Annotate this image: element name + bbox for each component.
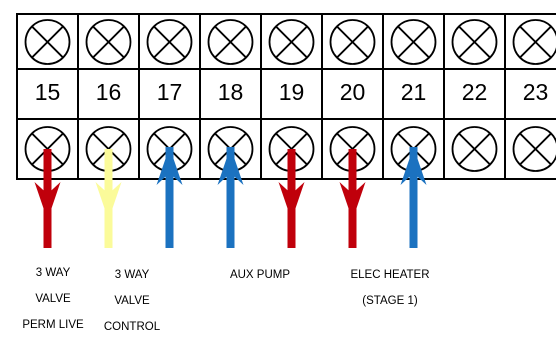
label-line: CONTROL: [97, 314, 167, 340]
top-screw-row: [26, 20, 556, 64]
terminal-number-22: 22: [444, 79, 505, 105]
circle-with-x-screw-icon: [453, 127, 497, 171]
terminal-number-21: 21: [383, 79, 444, 105]
circle-with-x-screw-icon: [514, 127, 556, 171]
circle-with-x-screw-icon: [514, 20, 556, 64]
wire-terminal-16: [96, 149, 122, 248]
label-3-way-valve-perm-live: 3 WAY VALVE PERM LIVE: [18, 260, 88, 338]
label-line: PERM LIVE: [18, 312, 88, 338]
label-line: AUX PUMP: [215, 262, 305, 288]
label-line: 3 WAY: [97, 262, 167, 288]
label-elec-heater-stage-1: ELEC HEATER (STAGE 1): [340, 262, 440, 314]
circle-with-x-screw-icon: [453, 20, 497, 64]
terminal-number-18: 18: [200, 79, 261, 105]
wire-terminal-21: [401, 147, 427, 248]
circle-with-x-screw-icon: [26, 20, 70, 64]
wire-terminal-15: [35, 149, 61, 248]
terminal-number-15: 15: [17, 79, 78, 105]
label-line: ELEC HEATER: [340, 262, 440, 288]
circle-with-x-screw-icon: [331, 20, 375, 64]
terminal-number-19: 19: [261, 79, 322, 105]
label-aux-pump: AUX PUMP: [215, 262, 305, 288]
wire-arrows: [35, 147, 427, 248]
terminal-number-16: 16: [78, 79, 139, 105]
wire-terminal-19: [279, 149, 305, 248]
terminal-number-17: 17: [139, 79, 200, 105]
circle-with-x-screw-icon: [270, 20, 314, 64]
label-line: 3 WAY: [18, 260, 88, 286]
label-3-way-valve-control: 3 WAY VALVE CONTROL: [97, 262, 167, 340]
label-line: (STAGE 1): [340, 288, 440, 314]
label-line: VALVE: [97, 288, 167, 314]
wire-terminal-18: [218, 147, 244, 248]
wire-terminal-17: [157, 147, 183, 248]
circle-with-x-screw-icon: [209, 20, 253, 64]
terminal-number-23: 23: [505, 79, 556, 105]
wire-terminal-20: [340, 149, 366, 248]
circle-with-x-screw-icon: [148, 20, 192, 64]
circle-with-x-screw-icon: [87, 20, 131, 64]
circle-with-x-screw-icon: [392, 20, 436, 64]
label-line: VALVE: [18, 286, 88, 312]
terminal-number-20: 20: [322, 79, 383, 105]
